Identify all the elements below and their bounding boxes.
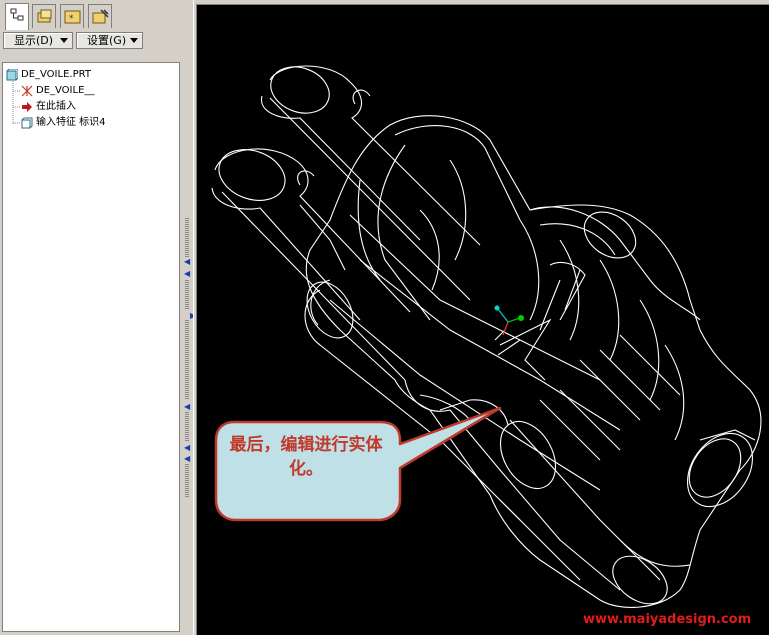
graphics-viewport[interactable] <box>197 5 769 635</box>
tree-item-label: 在此插入 <box>36 101 76 112</box>
sash-grip[interactable] <box>185 320 189 400</box>
sash-grip[interactable] <box>185 464 189 498</box>
tree-connector-lines <box>12 81 21 124</box>
model-tree: DE_VOILE.PRT DE_VOILE__ 在此插入 输入特征 标识4 <box>2 62 180 632</box>
show-menu-label: 显示(D) <box>14 34 54 47</box>
tab-favorites[interactable]: * <box>60 4 84 28</box>
coordinate-triad <box>494 305 524 336</box>
tab-model-tree[interactable] <box>5 3 29 30</box>
callout-text: 最后，编辑进行实体化。 <box>229 435 383 479</box>
show-menu-button[interactable]: 显示(D) <box>3 32 73 49</box>
chevron-down-icon <box>60 38 68 43</box>
watermark: www.maiyadesign.com <box>583 612 752 627</box>
collapse-left-icon[interactable]: ◀ <box>184 444 190 452</box>
tree-item-label: DE_VOILE__ <box>36 85 95 96</box>
collapse-left-icon[interactable]: ◀ <box>184 455 190 463</box>
settings-menu-button[interactable]: 设置(G) <box>76 32 143 49</box>
tab-folder-browser[interactable] <box>32 4 56 28</box>
tab-connections[interactable] <box>88 4 112 28</box>
connections-icon <box>92 9 109 24</box>
settings-menu-label: 设置(G) <box>87 34 127 47</box>
model-navigator-panel: * 显示(D) 设置(G) DE_VOILE.PRT DE_VOILE__ 在此… <box>0 0 196 635</box>
sash-grip[interactable] <box>185 280 189 310</box>
tree-item-label: 输入特征 标识4 <box>36 117 106 128</box>
favorites-icon: * <box>64 10 81 24</box>
collapse-left-icon[interactable]: ◀ <box>184 403 190 411</box>
svg-text:*: * <box>69 14 74 24</box>
collapse-left-icon[interactable]: ◀ <box>184 270 190 278</box>
collapse-left-icon[interactable]: ◀ <box>184 258 190 266</box>
sash-grip[interactable] <box>185 412 189 442</box>
navigator-tabbar: * <box>0 0 196 30</box>
chevron-down-icon <box>130 38 138 43</box>
model-tree-icon <box>10 8 24 21</box>
wireframe-model <box>211 65 762 608</box>
sash-grip[interactable] <box>185 218 189 258</box>
folder-browser-icon <box>37 9 52 23</box>
